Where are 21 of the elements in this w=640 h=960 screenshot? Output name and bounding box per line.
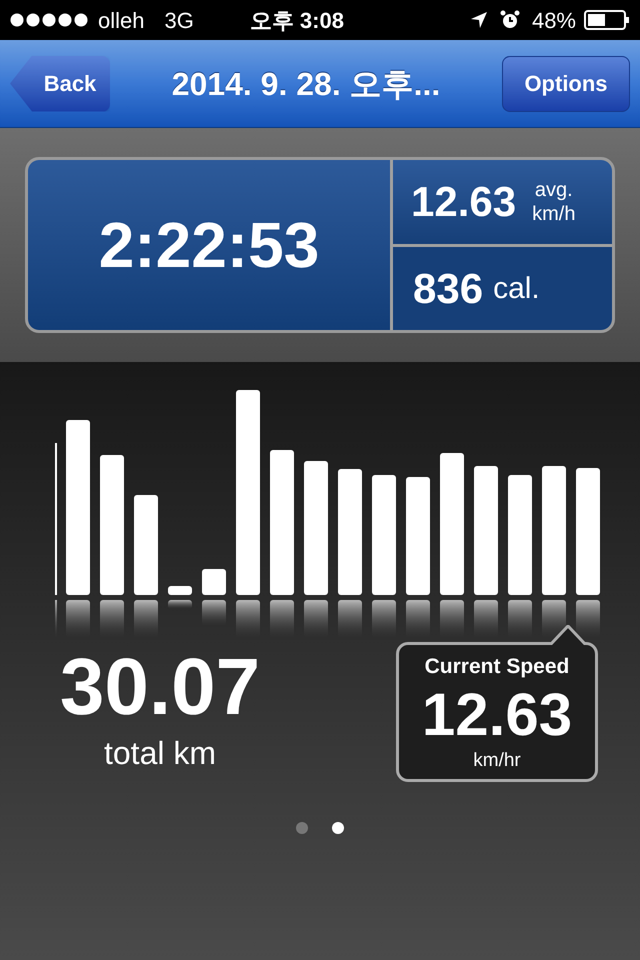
total-distance: 30.07 — [60, 645, 260, 729]
battery-icon — [584, 10, 630, 30]
carrier-name: olleh — [98, 6, 144, 34]
current-speed-value: 12.63 — [422, 682, 572, 746]
back-button[interactable]: Back — [10, 56, 110, 112]
calories-unit: cal. — [493, 270, 540, 307]
total-distance-label: total km — [104, 734, 216, 773]
location-arrow-icon — [470, 11, 488, 29]
status-time: 오후 3:08 — [250, 6, 344, 34]
calories-value: 836 — [413, 264, 484, 314]
avg-speed-value: 12.63 — [411, 177, 516, 228]
duration-value: 2:22:53 — [98, 208, 320, 283]
signal-icon — [10, 13, 90, 27]
current-speed-unit: km/hr — [473, 748, 521, 772]
network-type: 3G — [164, 6, 194, 34]
options-button[interactable]: Options — [502, 56, 630, 112]
alarm-clock-icon — [500, 10, 520, 30]
battery-percent: 48% — [532, 6, 576, 34]
current-speed-title: Current Speed — [424, 654, 570, 680]
avg-speed-unit: avg. km/h — [532, 178, 576, 226]
nav-title: 2014. 9. 28. 오후... — [172, 64, 440, 104]
